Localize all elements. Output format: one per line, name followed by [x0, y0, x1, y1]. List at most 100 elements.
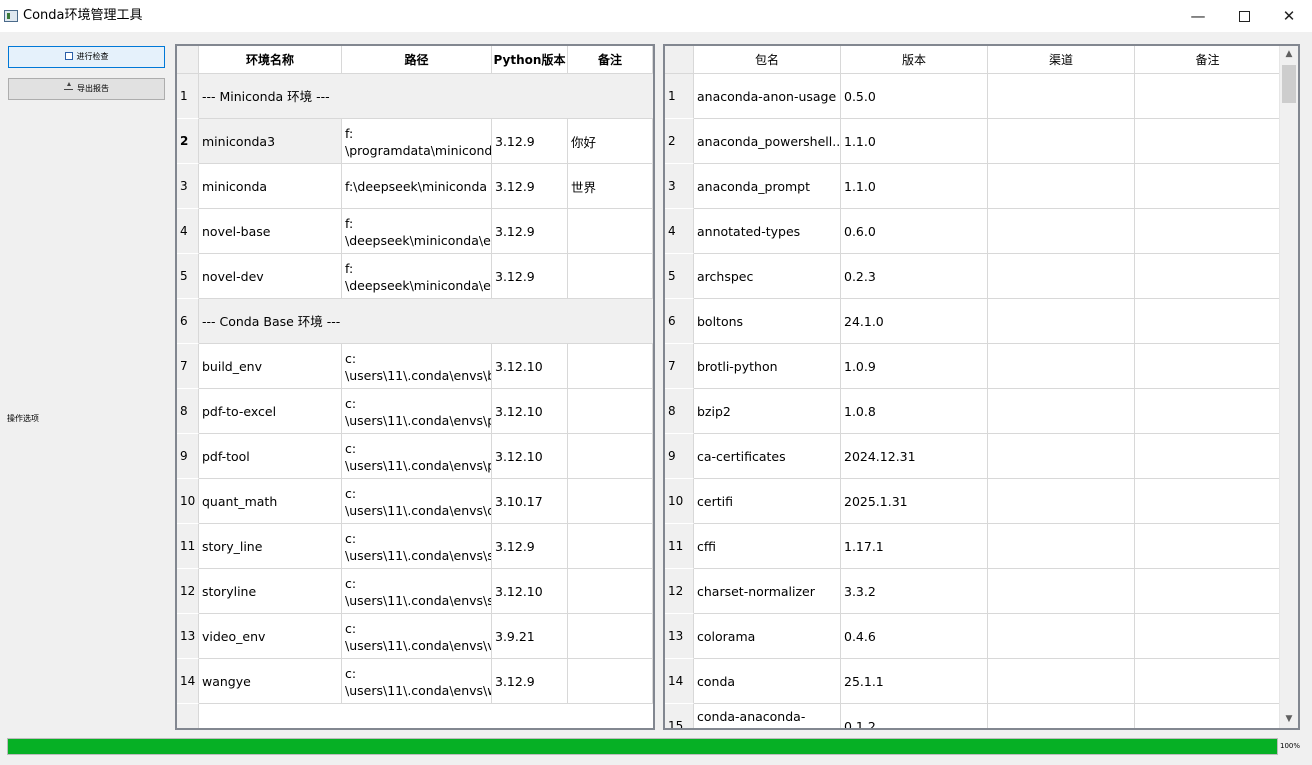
env-name-cell[interactable]: pdf-tool [199, 434, 342, 479]
package-name-cell[interactable]: anaconda_powershell... [694, 119, 841, 164]
row-number[interactable]: 5 [665, 254, 694, 299]
package-column-header[interactable]: 渠道 [988, 46, 1135, 74]
env-column-header[interactable]: 备注 [568, 46, 653, 74]
package-name-cell[interactable]: colorama [694, 614, 841, 659]
row-number[interactable]: 6 [665, 299, 694, 344]
env-version-cell[interactable]: 3.12.9 [492, 209, 568, 254]
package-channel-cell[interactable] [988, 434, 1135, 479]
row-number[interactable]: 3 [177, 164, 199, 209]
scroll-thumb[interactable] [1282, 65, 1296, 103]
env-version-cell[interactable]: 3.12.9 [492, 119, 568, 164]
package-name-cell[interactable]: certifi [694, 479, 841, 524]
env-note-cell[interactable] [568, 209, 653, 254]
row-number[interactable]: 3 [665, 164, 694, 209]
env-path-cell[interactable]: c: \users\11\.conda\envs\quant [342, 479, 492, 524]
scroll-down-icon[interactable]: ▼ [1280, 711, 1298, 728]
package-name-cell[interactable]: annotated-types [694, 209, 841, 254]
env-name-cell[interactable]: video_env [199, 614, 342, 659]
package-channel-cell[interactable] [988, 74, 1135, 119]
package-channel-cell[interactable] [988, 614, 1135, 659]
package-name-cell[interactable]: boltons [694, 299, 841, 344]
env-name-cell[interactable]: novel-base [199, 209, 342, 254]
env-note-cell[interactable] [568, 614, 653, 659]
package-column-header[interactable]: 版本 [841, 46, 988, 74]
row-number[interactable]: 11 [177, 524, 199, 569]
row-number[interactable]: 14 [177, 659, 199, 704]
env-version-cell[interactable]: 3.12.9 [492, 254, 568, 299]
package-version-cell[interactable]: 1.17.1 [841, 524, 988, 569]
env-path-cell[interactable]: c: \users\11\.conda\envs\pdf [342, 434, 492, 479]
package-column-header[interactable]: 备注 [1135, 46, 1281, 74]
env-path-cell[interactable]: c: \users\11\.conda\envs\pdf [342, 389, 492, 434]
package-version-cell[interactable]: 25.1.1 [841, 659, 988, 704]
row-number[interactable]: 7 [177, 344, 199, 389]
package-name-cell[interactable]: archspec [694, 254, 841, 299]
env-note-cell[interactable] [568, 254, 653, 299]
package-version-cell[interactable]: 1.0.8 [841, 389, 988, 434]
row-number[interactable]: 12 [665, 569, 694, 614]
package-channel-cell[interactable] [988, 209, 1135, 254]
env-path-cell[interactable]: c: \users\11\.conda\envs\video [342, 614, 492, 659]
package-channel-cell[interactable] [988, 704, 1135, 728]
env-note-cell[interactable] [568, 344, 653, 389]
package-column-header[interactable]: 包名 [694, 46, 841, 74]
minimize-button[interactable]: — [1175, 0, 1221, 32]
env-path-cell[interactable]: c: \users\11\.conda\envs\story [342, 524, 492, 569]
env-name-cell[interactable]: novel-dev [199, 254, 342, 299]
package-version-cell[interactable]: 0.4.6 [841, 614, 988, 659]
env-note-cell[interactable] [568, 434, 653, 479]
package-version-cell[interactable]: 1.1.0 [841, 119, 988, 164]
package-channel-cell[interactable] [988, 389, 1135, 434]
package-note-cell[interactable] [1135, 209, 1281, 254]
row-number[interactable]: 8 [665, 389, 694, 434]
env-version-cell[interactable]: 3.12.10 [492, 569, 568, 614]
row-number[interactable]: 4 [665, 209, 694, 254]
row-number[interactable]: 15 [665, 704, 694, 728]
package-name-cell[interactable]: charset-normalizer [694, 569, 841, 614]
env-path-cell[interactable]: f: \deepseek\miniconda\envs [342, 254, 492, 299]
row-number[interactable]: 13 [177, 614, 199, 659]
env-path-cell[interactable]: c: \users\11\.conda\envs\wangye [342, 659, 492, 704]
package-version-cell[interactable]: 1.0.9 [841, 344, 988, 389]
env-note-cell[interactable] [568, 524, 653, 569]
env-path-cell[interactable]: f:\deepseek\miniconda [342, 164, 492, 209]
package-version-cell[interactable]: 3.3.2 [841, 569, 988, 614]
package-channel-cell[interactable] [988, 254, 1135, 299]
package-name-cell[interactable]: cffi [694, 524, 841, 569]
env-version-cell[interactable]: 3.12.10 [492, 389, 568, 434]
close-button[interactable]: ✕ [1266, 0, 1312, 32]
package-version-cell[interactable]: 24.1.0 [841, 299, 988, 344]
package-name-cell[interactable]: conda-anaconda- tos [694, 704, 841, 728]
env-column-header[interactable]: Python版本 [492, 46, 568, 74]
row-number[interactable]: 8 [177, 389, 199, 434]
package-note-cell[interactable] [1135, 344, 1281, 389]
package-channel-cell[interactable] [988, 479, 1135, 524]
package-channel-cell[interactable] [988, 299, 1135, 344]
env-name-cell[interactable]: miniconda [199, 164, 342, 209]
env-version-cell[interactable]: 3.12.9 [492, 164, 568, 209]
env-version-cell[interactable]: 3.12.9 [492, 659, 568, 704]
package-note-cell[interactable] [1135, 164, 1281, 209]
env-name-cell[interactable]: pdf-to-excel [199, 389, 342, 434]
package-channel-cell[interactable] [988, 119, 1135, 164]
package-channel-cell[interactable] [988, 344, 1135, 389]
row-number[interactable]: 14 [665, 659, 694, 704]
package-note-cell[interactable] [1135, 569, 1281, 614]
env-note-cell[interactable] [568, 389, 653, 434]
package-version-cell[interactable]: 2025.1.31 [841, 479, 988, 524]
package-note-cell[interactable] [1135, 434, 1281, 479]
refresh-button[interactable]: 进行检查 [8, 46, 165, 68]
package-version-cell[interactable]: 0.2.3 [841, 254, 988, 299]
package-version-cell[interactable]: 0.6.0 [841, 209, 988, 254]
package-note-cell[interactable] [1135, 299, 1281, 344]
row-number[interactable]: 13 [665, 614, 694, 659]
package-version-cell[interactable]: 1.1.0 [841, 164, 988, 209]
env-name-cell[interactable]: story_line [199, 524, 342, 569]
package-name-cell[interactable]: anaconda_prompt [694, 164, 841, 209]
package-name-cell[interactable]: conda [694, 659, 841, 704]
package-version-cell[interactable]: 0.1.2 [841, 704, 988, 728]
package-name-cell[interactable]: brotli-python [694, 344, 841, 389]
env-version-cell[interactable]: 3.12.9 [492, 524, 568, 569]
package-channel-cell[interactable] [988, 164, 1135, 209]
package-name-cell[interactable]: bzip2 [694, 389, 841, 434]
